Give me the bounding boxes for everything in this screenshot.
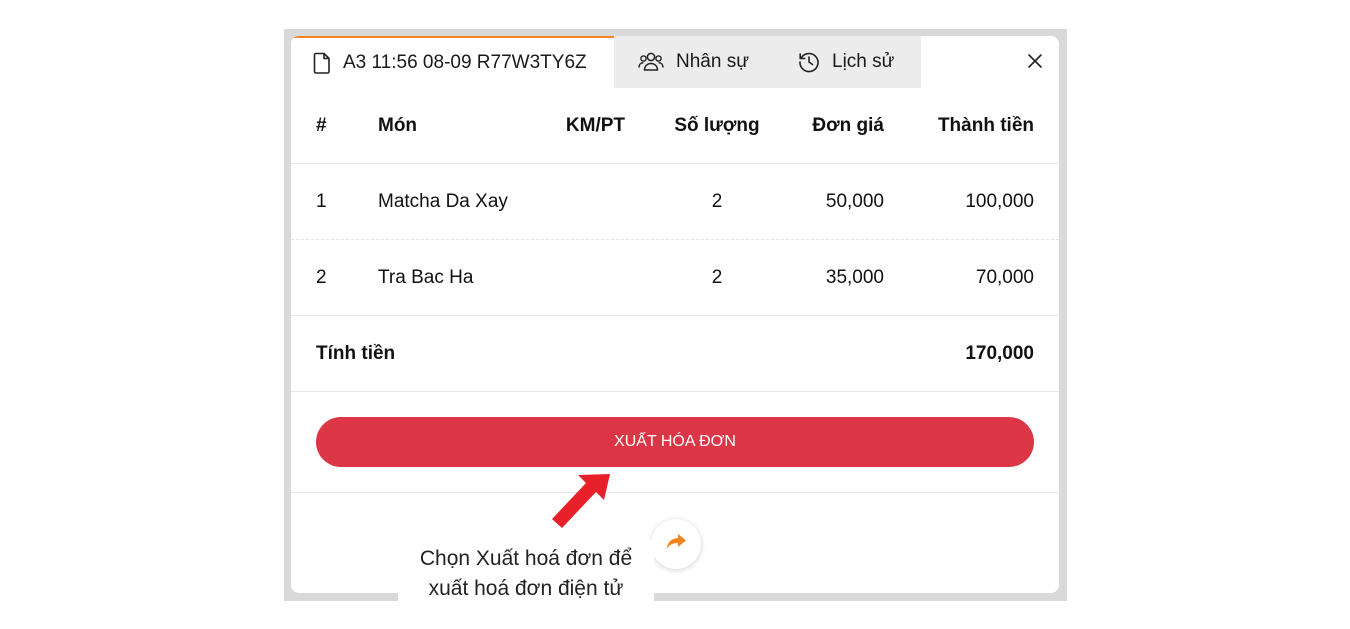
row-amount: 100,000: [965, 191, 1034, 212]
table-row[interactable]: 1 Matcha Da Xay 2 50,000 100,000: [291, 164, 1059, 240]
row-promo: [531, 240, 625, 316]
tab-bar: A3 11:56 08-09 R77W3TY6Z Nhân sự Lịch sử: [291, 36, 1059, 88]
row-num: 1: [316, 191, 327, 212]
row-price: 35,000: [825, 267, 884, 288]
annotation-caption: Chọn Xuất hoá đơn để xuất hoá đơn điện t…: [398, 540, 654, 629]
tab-staff[interactable]: Nhân sự: [614, 36, 774, 88]
header-qty: Số lượng: [674, 115, 760, 136]
header-promo: KM/PT: [565, 115, 625, 136]
export-invoice-button[interactable]: XUẤT HÓA ĐƠN: [316, 417, 1034, 467]
total-label: Tính tiền: [316, 343, 396, 364]
table-header: # Món KM/PT Số lượng Đơn giá Thành tiền: [291, 88, 1059, 164]
share-button[interactable]: [651, 519, 701, 569]
tab-staff-label: Nhân sự: [676, 51, 749, 72]
header-price: Đơn giá: [812, 115, 884, 136]
row-name: Matcha Da Xay: [378, 191, 508, 212]
close-icon: [1027, 53, 1043, 74]
document-icon: [313, 52, 331, 74]
divider: [291, 492, 1059, 493]
tab-invoice-label: A3 11:56 08-09 R77W3TY6Z: [343, 52, 587, 73]
invoice-dialog: A3 11:56 08-09 R77W3TY6Z Nhân sự Lịch sử…: [291, 36, 1059, 593]
header-amount: Thành tiền: [937, 115, 1034, 136]
row-qty: 2: [711, 191, 723, 212]
row-amount: 70,000: [975, 267, 1034, 288]
caption-line-2: xuất hoá đơn điện tử: [428, 577, 624, 600]
close-button[interactable]: [1024, 52, 1046, 74]
table-row[interactable]: 2 Tra Bac Ha 2 35,000 70,000: [291, 240, 1059, 316]
row-price: 50,000: [825, 191, 884, 212]
row-promo: [531, 164, 625, 240]
tab-history-label: Lịch sử: [832, 51, 895, 72]
total-row: Tính tiền 170,000: [291, 316, 1059, 392]
tab-invoice[interactable]: A3 11:56 08-09 R77W3TY6Z: [291, 36, 614, 88]
history-icon: [798, 51, 820, 73]
annotation-arrow-icon: [552, 474, 610, 528]
row-qty: 2: [711, 267, 723, 288]
row-name: Tra Bac Ha: [378, 267, 474, 288]
share-arrow-icon: [665, 533, 687, 556]
caption-line-1: Chọn Xuất hoá đơn để: [419, 547, 633, 570]
users-icon: [638, 51, 664, 73]
header-num: #: [316, 115, 327, 136]
header-name: Món: [378, 115, 418, 136]
total-value: 170,000: [965, 343, 1034, 364]
tab-history[interactable]: Lịch sử: [774, 36, 921, 88]
row-num: 2: [316, 267, 327, 288]
